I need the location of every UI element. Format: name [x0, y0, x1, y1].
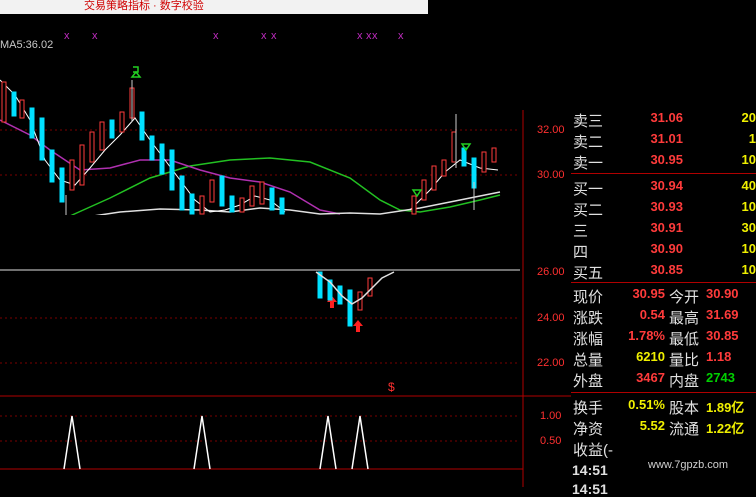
ask-price: 31.01 [650, 131, 683, 146]
stat-value: 1.18 [706, 349, 732, 364]
bid-price: 30.93 [650, 199, 683, 214]
bid-label: 三 [573, 223, 589, 240]
indicator-axis-tick: 0.50 [540, 435, 562, 447]
stat-value: 1.89亿 [706, 400, 745, 415]
dollar-marker: $ [388, 380, 395, 394]
bid-row[interactable]: 四 30.90 10 [571, 241, 756, 261]
stat-label: 净资 [573, 421, 604, 438]
stat-row: 涨幅 1.78% 最低 30.85 [571, 328, 756, 348]
stats-divider [571, 392, 756, 393]
stat-value: 3467 [636, 370, 665, 385]
book-divider [571, 173, 756, 174]
stat-row: 现价 30.95 今开 30.90 [571, 286, 756, 306]
stat-value: 0.51% [628, 397, 665, 412]
stat-row: 收益(- [571, 439, 756, 459]
stat-value: 6210 [636, 349, 665, 364]
bid-row[interactable]: 买一 30.94 40 [571, 178, 756, 198]
trade-time: 14:51 [572, 462, 608, 478]
stat-label: 收益(- [573, 442, 613, 459]
stat-value: 30.95 [632, 286, 665, 301]
trade-time: 14:51 [572, 481, 608, 497]
stat-label: 内盘 [669, 373, 700, 390]
stat-label: 今开 [669, 289, 700, 306]
ask-volume: 10 [741, 152, 756, 167]
ask-label: 卖三 [573, 113, 604, 130]
bid-row[interactable]: 三 30.91 30 [571, 220, 756, 240]
stat-row: 涨跌 0.54 最高 31.69 [571, 307, 756, 327]
ask-price: 30.95 [650, 152, 683, 167]
stat-value: 2743 [706, 370, 735, 385]
stat-label: 外盘 [573, 373, 604, 390]
bid-volume: 30 [741, 220, 756, 235]
bid-price: 30.85 [650, 262, 683, 277]
ask-label: 卖二 [573, 134, 604, 151]
bid-volume: 40 [741, 178, 756, 193]
stat-value: 5.52 [639, 418, 665, 433]
stat-value: 30.85 [706, 328, 739, 343]
stat-row: 总量 6210 量比 1.18 [571, 349, 756, 369]
ask-row[interactable]: 卖二 31.01 1 [571, 131, 756, 151]
bid-price: 30.90 [650, 241, 683, 256]
ask-row[interactable]: 卖三 31.06 20 [571, 110, 756, 130]
ask-row[interactable]: 卖一 30.95 10 [571, 152, 756, 172]
price-axis-tick: 30.00 [537, 169, 565, 181]
stat-label: 股本 [669, 400, 700, 417]
stat-label: 涨跌 [573, 310, 604, 327]
ask-price: 31.06 [650, 110, 683, 125]
stat-label: 最高 [669, 310, 700, 327]
stat-label: 总量 [573, 352, 604, 369]
bid-row[interactable]: 买二 30.93 10 [571, 199, 756, 219]
stat-row: 外盘 3467 内盘 2743 [571, 370, 756, 390]
book-divider [571, 282, 756, 283]
bid-price: 30.94 [650, 178, 683, 193]
watermark: www.7gpzb.com [648, 459, 729, 471]
stat-value: 31.69 [706, 307, 739, 322]
stat-label: 换手 [573, 400, 604, 417]
bid-row[interactable]: 买五 30.85 10 [571, 262, 756, 282]
stat-label: 流通 [669, 421, 700, 438]
bid-label: 四 [573, 244, 589, 261]
bid-label: 买一 [573, 181, 604, 198]
stat-row: 换手 0.51% 股本 1.89亿 [571, 397, 756, 417]
indicator-axis-tick: 1.00 [540, 410, 562, 422]
price-axis-tick: 32.00 [537, 124, 565, 136]
price-axis-tick: 24.00 [537, 312, 565, 324]
stat-label: 涨幅 [573, 331, 604, 348]
bid-label: 买二 [573, 202, 604, 219]
bid-label: 买五 [573, 265, 604, 282]
stat-value: 1.78% [628, 328, 665, 343]
ask-volume: 20 [741, 110, 756, 125]
ask-volume: 1 [748, 131, 756, 146]
stat-label: 现价 [573, 289, 604, 306]
bid-volume: 10 [741, 199, 756, 214]
stat-label: 最低 [669, 331, 700, 348]
stat-value: 1.22亿 [706, 421, 745, 436]
bid-volume: 10 [741, 241, 756, 256]
stat-value: 30.90 [706, 286, 739, 301]
stat-label: 量比 [669, 352, 700, 369]
price-axis-tick: 22.00 [537, 357, 565, 369]
stat-row: 净资 5.52 流通 1.22亿 [571, 418, 756, 438]
bid-volume: 10 [741, 262, 756, 277]
price-axis-tick: 26.00 [537, 266, 565, 278]
bid-price: 30.91 [650, 220, 683, 235]
stat-value: 0.54 [639, 307, 665, 322]
quote-panel: 卖三 31.06 20 卖二 31.01 1 卖一 30.95 10 买一 30… [571, 110, 756, 487]
ask-label: 卖一 [573, 155, 604, 172]
